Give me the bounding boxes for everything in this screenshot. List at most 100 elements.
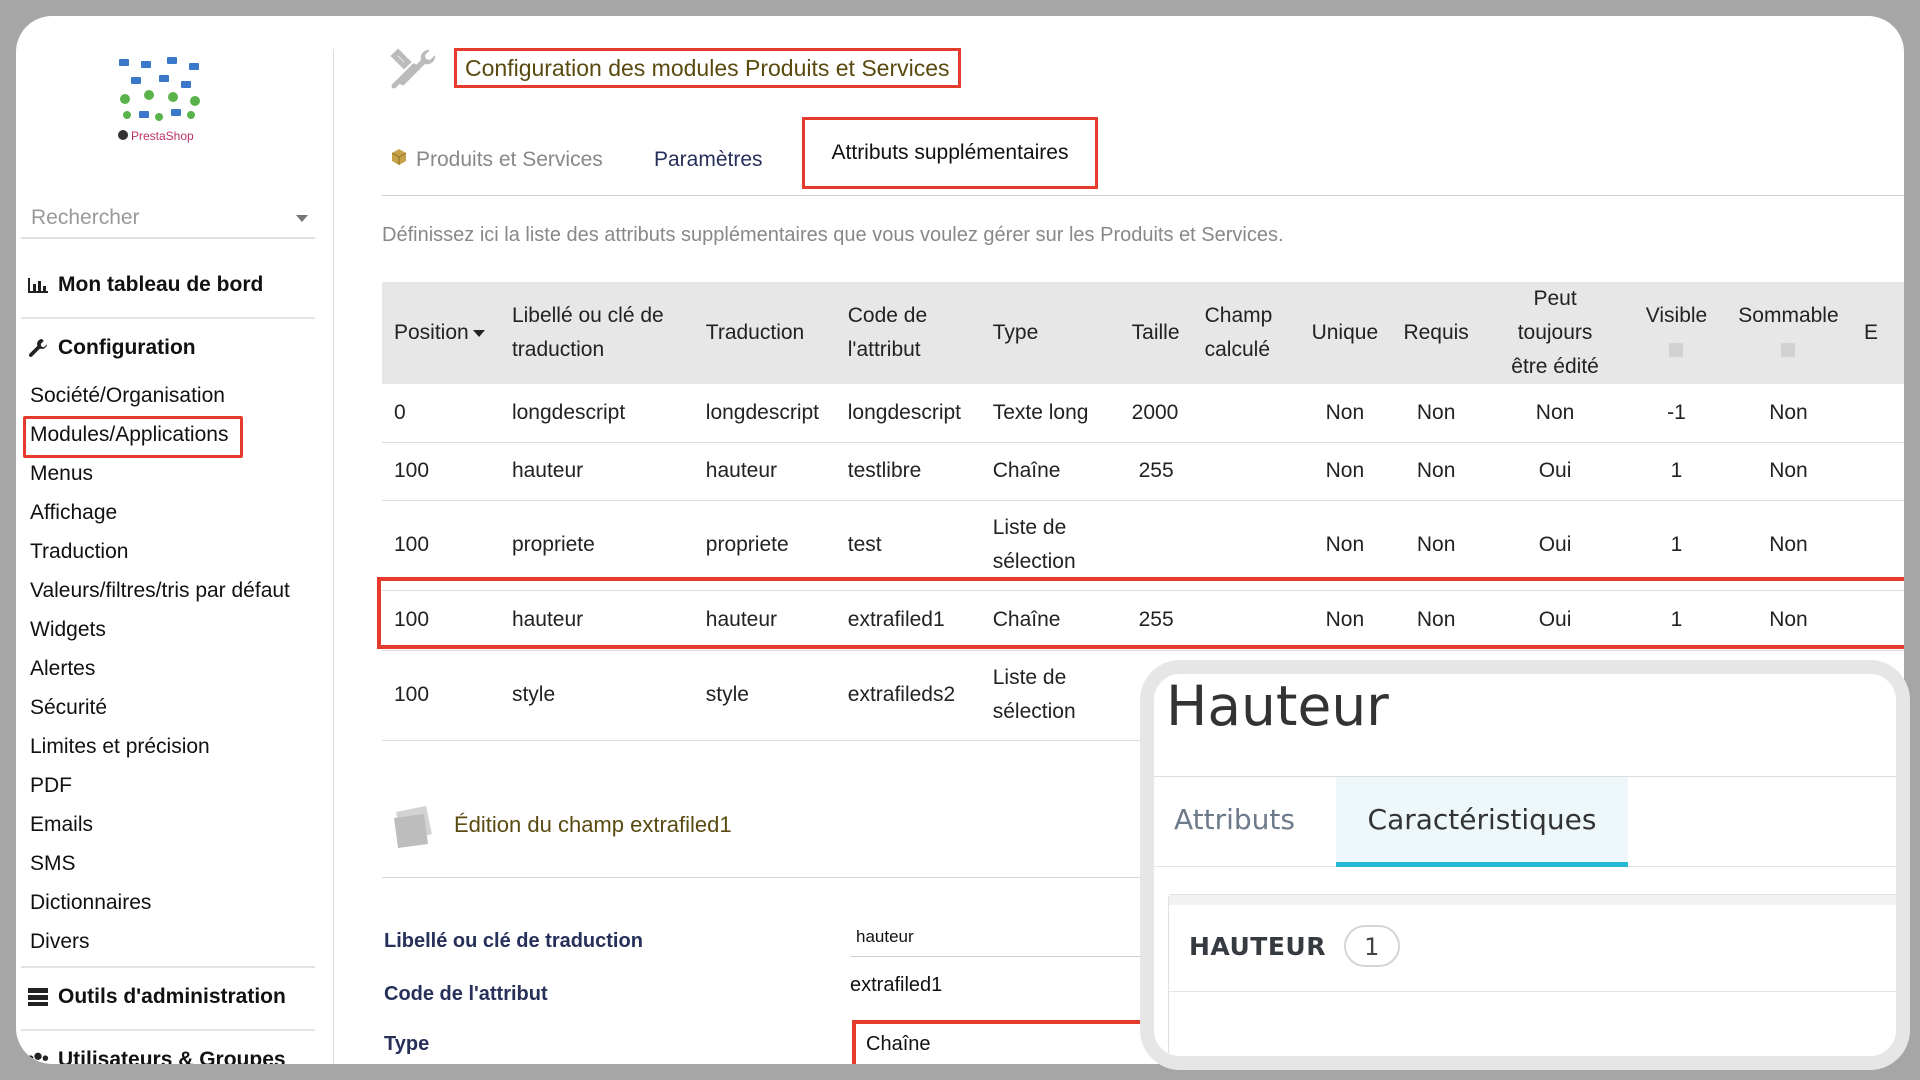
sidebar-item-defaults[interactable]: Valeurs/filtres/tris par défaut bbox=[30, 571, 290, 610]
sidebar-item-menus[interactable]: Menus bbox=[30, 454, 290, 493]
panel-divider bbox=[1169, 991, 1896, 992]
cell-code: extrafiled1 bbox=[835, 590, 981, 651]
tab-products-services[interactable]: Produits et Services bbox=[390, 124, 603, 196]
cell-editable: Oui bbox=[1482, 590, 1628, 651]
sidebar-item-emails[interactable]: Emails bbox=[30, 805, 290, 844]
sidebar-divider bbox=[21, 317, 315, 319]
table-row-selected[interactable]: 100 hauteur hauteur extrafiled1 Chaîne 2… bbox=[382, 590, 1904, 651]
sidebar-item-modules[interactable]: Modules/Applications bbox=[23, 415, 290, 458]
cell-unique: Non bbox=[1299, 384, 1391, 443]
configuration-label: Configuration bbox=[58, 336, 196, 359]
col-translation[interactable]: Traduction bbox=[694, 282, 836, 384]
sidebar-section-configuration[interactable]: Configuration bbox=[26, 336, 196, 360]
sidebar-item-widgets[interactable]: Widgets bbox=[30, 610, 290, 649]
table-row[interactable]: 0 longdescript longdescript longdescript… bbox=[382, 384, 1904, 443]
sort-caret-icon[interactable] bbox=[472, 329, 485, 337]
sidebar-item-display[interactable]: Affichage bbox=[30, 493, 290, 532]
sidebar-item-security[interactable]: Sécurité bbox=[30, 688, 290, 727]
col-extra[interactable]: E bbox=[1852, 282, 1904, 384]
sidebar-item-admin-tools[interactable]: Outils d'administration bbox=[26, 985, 286, 1009]
panel-header: HAUTEUR 1 bbox=[1189, 925, 1400, 967]
col-label[interactable]: Libellé ou clé de traduction bbox=[500, 282, 694, 384]
cell-visible: 1 bbox=[1628, 442, 1725, 501]
edit-section-header: Édition du champ extrafiled1 bbox=[382, 798, 1162, 878]
cell-extra bbox=[1851, 590, 1904, 651]
cell-summable: Non bbox=[1724, 384, 1852, 443]
col-position[interactable]: Position bbox=[382, 282, 500, 384]
cell-position: 100 bbox=[382, 442, 500, 501]
cell-code: longdescript bbox=[835, 384, 981, 443]
tab-parameters[interactable]: Paramètres bbox=[654, 124, 763, 196]
feature-tab-bar: Attributs Caractéristiques bbox=[1154, 777, 1896, 867]
cell-visible: 1 bbox=[1628, 500, 1725, 591]
cell-computed bbox=[1192, 590, 1300, 651]
cell-summable: Non bbox=[1724, 500, 1852, 591]
cell-unique: Non bbox=[1299, 590, 1391, 651]
col-code[interactable]: Code de l'attribut bbox=[836, 282, 981, 384]
sidebar-item-limits[interactable]: Limites et précision bbox=[30, 727, 290, 766]
help-icon[interactable] bbox=[1781, 343, 1796, 358]
sidebar-item-dashboard[interactable]: Mon tableau de bord bbox=[26, 273, 263, 297]
cell-label: hauteur bbox=[499, 590, 694, 651]
col-value[interactable]: Valeur bbox=[1311, 1057, 1387, 1070]
col-required[interactable]: Requis bbox=[1390, 282, 1482, 384]
cell-visible: 1 bbox=[1628, 590, 1725, 651]
sidebar-item-company[interactable]: Société/Organisation bbox=[30, 376, 290, 415]
table-header-row: Position Libellé ou clé de traduction Tra… bbox=[382, 282, 1904, 384]
col-computed[interactable]: Champ calculé bbox=[1193, 282, 1300, 384]
cell-type: Texte long bbox=[980, 384, 1120, 443]
sidebar-item-misc[interactable]: Divers bbox=[30, 922, 290, 961]
sidebar-divider bbox=[21, 1029, 315, 1031]
sidebar-item-pdf[interactable]: PDF bbox=[30, 766, 290, 805]
cell-extra bbox=[1851, 500, 1904, 591]
cell-type: Chaîne bbox=[980, 590, 1120, 651]
tab-bar: Produits et Services Paramètres Attribut… bbox=[382, 117, 1904, 196]
sidebar-item-sms[interactable]: SMS bbox=[30, 844, 290, 883]
cell-editable: Oui bbox=[1482, 442, 1628, 501]
table-row[interactable]: 100 propriete propriete test Liste de sél… bbox=[382, 500, 1904, 591]
col-summable[interactable]: Sommable bbox=[1725, 282, 1852, 384]
box-icon bbox=[390, 124, 408, 196]
cell-required: Non bbox=[1390, 500, 1483, 591]
sidebar-item-dictionaries[interactable]: Dictionnaires bbox=[30, 883, 290, 922]
admin-tools-label: Outils d'administration bbox=[58, 985, 286, 1008]
cell-translation: style bbox=[693, 650, 836, 741]
cell-code: extrafileds2 bbox=[835, 650, 981, 741]
tab-attributes[interactable]: Attributs bbox=[1174, 777, 1295, 867]
cell-computed bbox=[1192, 500, 1300, 591]
col-size[interactable]: Taille bbox=[1120, 282, 1193, 384]
sidebar-item-alerts[interactable]: Alertes bbox=[30, 649, 290, 688]
sidebar-divider bbox=[21, 966, 315, 968]
cell-translation: hauteur bbox=[693, 442, 836, 501]
sidebar-search[interactable]: Rechercher bbox=[21, 199, 315, 239]
page-title: Configuration des modules Produits et Se… bbox=[454, 48, 961, 88]
cell-label: propriete bbox=[499, 500, 694, 591]
tab-extra-attributes[interactable]: Attributs supplémentaires bbox=[802, 117, 1098, 189]
cell-editable: Oui bbox=[1482, 500, 1628, 591]
table-row[interactable]: 100 hauteur hauteur testlibre Chaîne 255… bbox=[382, 442, 1904, 501]
sidebar: PrestaShop Rechercher Mon tableau de bor… bbox=[16, 49, 334, 1064]
company-logo: PrestaShop bbox=[111, 49, 223, 149]
col-type[interactable]: Type bbox=[981, 282, 1120, 384]
label-input[interactable]: hauteur bbox=[850, 917, 1170, 957]
col-visible[interactable]: Visible bbox=[1628, 282, 1725, 384]
col-unique[interactable]: Unique bbox=[1300, 282, 1391, 384]
edit-section-title: Édition du champ extrafiled1 bbox=[454, 812, 732, 837]
sidebar-item-translation[interactable]: Traduction bbox=[30, 532, 290, 571]
help-icon[interactable] bbox=[1669, 343, 1684, 358]
cell-translation: propriete bbox=[693, 500, 836, 591]
col-id[interactable]: ID bbox=[1245, 1057, 1271, 1070]
tools-icon bbox=[386, 42, 442, 98]
chevron-down-icon[interactable] bbox=[296, 214, 308, 222]
tab-features[interactable]: Caractéristiques bbox=[1336, 777, 1628, 867]
cell-translation: longdescript bbox=[693, 384, 836, 443]
sidebar-item-users[interactable]: Utilisateurs & Groupes bbox=[26, 1048, 286, 1064]
server-icon bbox=[26, 987, 50, 1007]
wrench-icon bbox=[26, 338, 50, 358]
type-select[interactable]: Chaîne bbox=[852, 1020, 1170, 1064]
attribute-code-value: extrafiled1 bbox=[850, 974, 943, 996]
users-icon bbox=[26, 1050, 50, 1064]
tab-label: Produits et Services bbox=[416, 148, 603, 171]
col-editable[interactable]: Peut toujours être édité bbox=[1482, 282, 1628, 384]
dashboard-label: Mon tableau de bord bbox=[58, 273, 264, 296]
